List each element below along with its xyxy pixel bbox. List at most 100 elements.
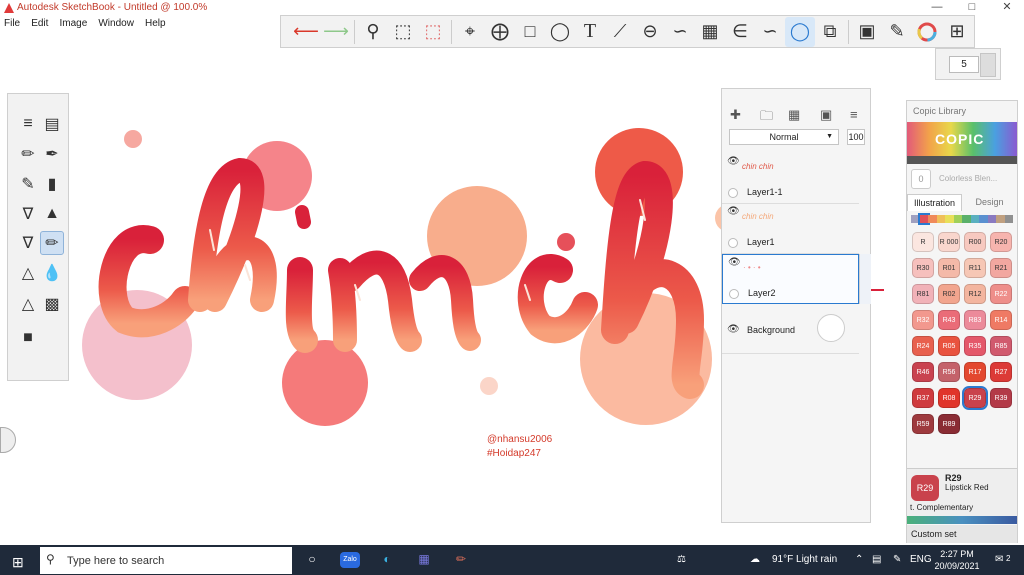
color-chip[interactable]: R59 — [912, 414, 934, 434]
layer-move-handle[interactable] — [859, 254, 871, 304]
layer-row[interactable]: 👁 chin chin Layer1-1 — [722, 154, 859, 204]
background-swatch[interactable] — [817, 314, 845, 342]
menu-edit[interactable]: Edit — [27, 16, 52, 31]
visibility-eye-icon[interactable]: 👁 — [727, 324, 740, 335]
distort-icon[interactable]: □ — [515, 17, 545, 47]
color-chip[interactable]: R39 — [990, 388, 1012, 408]
clock[interactable]: 2:27 PM 20/09/2021 — [931, 548, 983, 572]
lasso-select-icon[interactable]: ⬚ — [418, 17, 448, 47]
color-chip[interactable]: R29 — [962, 386, 988, 410]
weather-icon[interactable]: ☁ — [750, 554, 760, 565]
pencil-brush-icon[interactable]: ✏ — [16, 142, 40, 166]
close-button[interactable]: ✕ — [990, 0, 1024, 16]
menu-window[interactable]: Window — [94, 16, 138, 31]
windows-start-icon[interactable]: ⊞ — [12, 554, 24, 571]
color-chip[interactable]: R22 — [990, 284, 1012, 304]
add-image-icon[interactable]: ▦ — [788, 107, 800, 123]
add-group-icon[interactable]: 🗀 — [760, 107, 773, 129]
language-label[interactable]: ENG — [910, 554, 932, 565]
layer-select-radio[interactable] — [728, 238, 738, 248]
layer-row[interactable]: 👁 Background — [722, 304, 859, 354]
layer-row[interactable]: 👁 chin chin Layer1 — [722, 204, 859, 254]
minimize-button[interactable]: — — [920, 0, 954, 16]
pencil-case-icon[interactable]: ✎ — [882, 17, 912, 47]
paintbrush-icon[interactable]: ▲ — [40, 202, 64, 226]
fill-icon[interactable]: ◯ — [545, 17, 575, 47]
color-chip[interactable]: R21 — [990, 258, 1012, 278]
color-chip[interactable]: R00 — [964, 232, 986, 252]
layer-select-radio[interactable] — [729, 289, 739, 299]
maximize-button[interactable]: □ — [955, 0, 989, 16]
technical-pen-icon[interactable]: ∇ — [16, 231, 40, 255]
menu-file[interactable]: File — [0, 16, 24, 31]
color-wheel-icon[interactable] — [912, 17, 942, 47]
color-chip[interactable]: R32 — [912, 310, 934, 330]
network-icon[interactable]: ▤ — [872, 554, 881, 565]
layer-editor-icon[interactable]: ⧉ — [815, 17, 845, 47]
layer-select-radio[interactable] — [728, 188, 738, 198]
task-view-icon[interactable]: ○ — [302, 552, 322, 568]
visibility-eye-icon[interactable]: 👁 — [728, 257, 741, 268]
teams-icon[interactable]: ▦ — [414, 552, 434, 568]
hard-eraser-icon[interactable]: ■ — [16, 326, 40, 350]
triangle-brush-icon[interactable]: △ — [16, 261, 40, 285]
color-chip[interactable]: R 000 — [938, 232, 960, 252]
brush-icon[interactable]: ◯ — [785, 16, 815, 47]
color-chip[interactable]: R01 — [938, 258, 960, 278]
layer-row-selected[interactable]: 👁 · • · • Layer2 — [722, 254, 859, 304]
color-chip[interactable]: R17 — [964, 362, 986, 382]
brush-library-icon[interactable]: ▤ — [40, 112, 64, 136]
color-chip[interactable]: R20 — [990, 232, 1012, 252]
airbrush-icon[interactable]: ✒ — [40, 142, 64, 166]
color-chip[interactable]: R02 — [938, 284, 960, 304]
menu-help[interactable]: Help — [141, 16, 170, 31]
opacity-field[interactable]: 100 — [847, 129, 865, 145]
zoom-icon[interactable]: ⚲ — [358, 17, 388, 47]
inking-pen-icon[interactable]: ✏ — [40, 231, 64, 255]
color-chip[interactable]: R11 — [964, 258, 986, 278]
weather-label[interactable]: 91°F Light rain — [772, 554, 837, 565]
color-chip[interactable]: R43 — [938, 310, 960, 330]
taskbar-search[interactable]: ⚲ Type here to search — [40, 547, 292, 574]
eraser-icon[interactable]: ▩ — [40, 292, 64, 316]
tab-design[interactable]: Design — [962, 194, 1017, 211]
redo-icon[interactable]: ⟶ — [321, 17, 351, 47]
undo-icon[interactable]: ⟵ — [291, 17, 321, 47]
notifications-icon[interactable]: ✉ — [995, 554, 1003, 565]
color-chip[interactable]: R35 — [964, 336, 986, 356]
brush-properties-icon[interactable]: ≡ — [16, 112, 40, 136]
visibility-eye-icon[interactable]: 👁 — [727, 206, 740, 217]
tab-illustration[interactable]: Illustration — [907, 194, 962, 211]
color-chip[interactable]: R85 — [990, 336, 1012, 356]
color-chip[interactable]: R46 — [912, 362, 934, 382]
color-chip[interactable]: R 0000 — [912, 232, 934, 265]
color-chip[interactable]: R56 — [938, 362, 960, 382]
brush-library-icon[interactable]: ⊞ — [942, 17, 972, 47]
colorless-blender[interactable]: 0 Colorless Blen... — [911, 169, 1013, 189]
color-chip[interactable]: R37 — [912, 388, 934, 408]
color-chip[interactable]: R14 — [990, 310, 1012, 330]
zalo-icon[interactable]: Zalo — [340, 552, 360, 568]
color-chip[interactable]: R24 — [912, 336, 934, 356]
visibility-eye-icon[interactable]: 👁 — [727, 156, 740, 167]
ellipse-guide-icon[interactable]: ⊖ — [635, 17, 665, 47]
crop-icon[interactable]: ⌖ — [455, 17, 485, 47]
color-chip[interactable]: R12 — [964, 284, 986, 304]
complementary-bar[interactable] — [907, 516, 1017, 524]
menu-icon[interactable]: ≡ — [850, 107, 858, 122]
blur-brush-icon[interactable]: 💧 — [40, 261, 64, 285]
french-curve-icon[interactable]: ∽ — [665, 17, 695, 47]
color-chip[interactable]: R08 — [938, 388, 960, 408]
color-family-bar[interactable] — [911, 213, 1013, 225]
rect-select-icon[interactable]: ⬚ — [388, 17, 418, 47]
blend-mode-select[interactable]: Normal ▼ — [729, 129, 839, 145]
pen-icon[interactable]: ✎ — [893, 554, 901, 565]
color-chip[interactable]: R30 — [912, 258, 934, 278]
people-icon[interactable]: ⚖ — [677, 554, 686, 565]
menu-image[interactable]: Image — [55, 16, 91, 31]
stroke-icon[interactable]: ∽ — [755, 17, 785, 47]
edge-icon[interactable]: ◐ — [377, 552, 397, 568]
color-chip[interactable]: R81 — [912, 284, 934, 304]
text-icon[interactable]: T — [575, 17, 605, 47]
ballpoint-brush-icon[interactable]: ∇ — [16, 202, 40, 226]
